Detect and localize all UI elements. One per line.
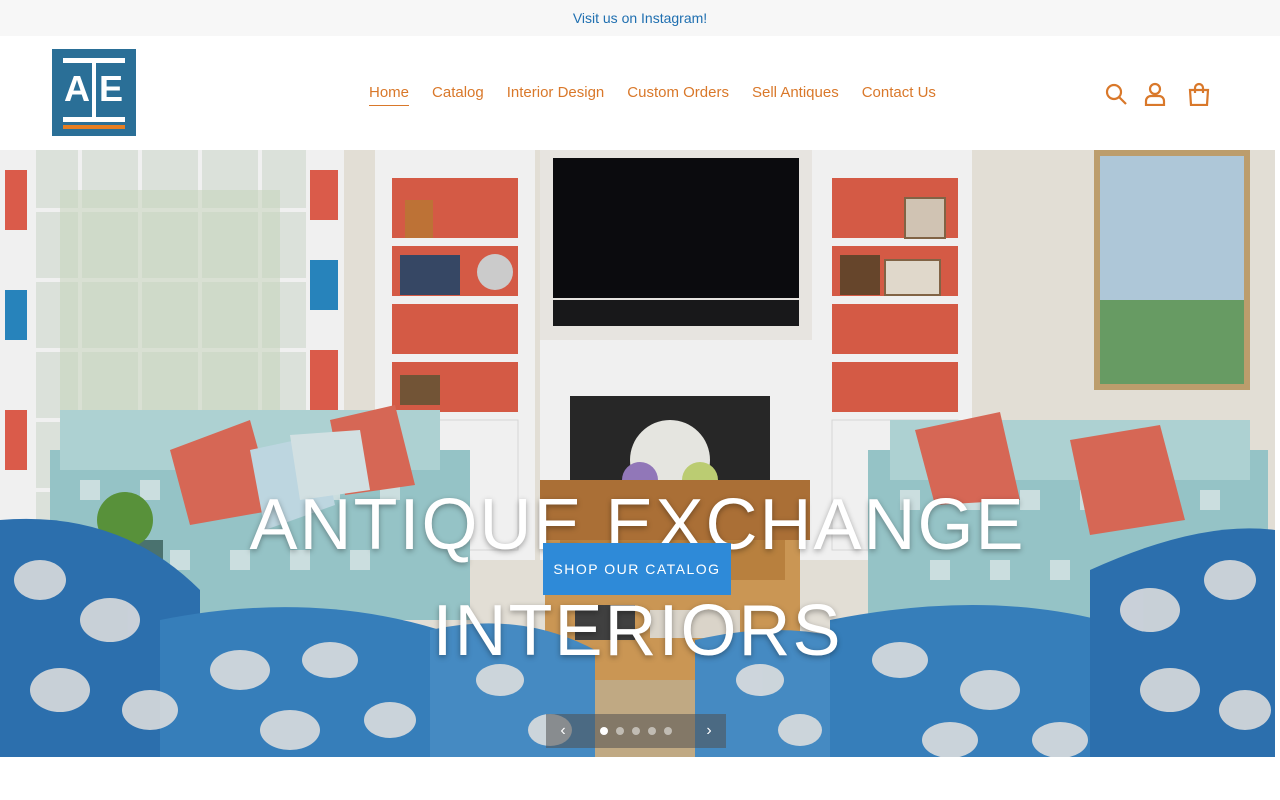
nav-interior-design[interactable]: Interior Design <box>507 84 605 106</box>
nav-catalog[interactable]: Catalog <box>432 84 484 106</box>
search-icon[interactable] <box>1104 82 1128 106</box>
logo-divider <box>92 63 96 117</box>
slideshow-controls: ‹ › <box>546 714 726 748</box>
slide-dot-4[interactable] <box>648 727 656 735</box>
nav-home[interactable]: Home <box>369 84 410 106</box>
logo-accent-bar <box>63 125 125 129</box>
hero-slideshow: ANTIQUE EXCHANGE INTERIORS <box>0 150 1275 757</box>
site-header: A E Home Catalog Interior Design Custom … <box>0 36 1280 150</box>
announcement-bar: Visit us on Instagram! <box>0 0 1280 36</box>
cart-icon[interactable] <box>1187 82 1211 107</box>
instagram-link[interactable]: Visit us on Instagram! <box>573 10 707 26</box>
logo-bar-bottom <box>63 117 125 122</box>
slide-prev-icon[interactable]: ‹ <box>546 714 580 748</box>
logo-letter-a: A <box>64 68 90 109</box>
main-nav: Home Catalog Interior Design Custom Orde… <box>369 84 936 106</box>
site-logo[interactable]: A E <box>52 49 136 136</box>
nav-custom-orders[interactable]: Custom Orders <box>627 84 729 106</box>
shop-catalog-button[interactable]: SHOP OUR CATALOG <box>543 543 731 595</box>
slide-dot-2[interactable] <box>616 727 624 735</box>
slide-dot-3[interactable] <box>632 727 640 735</box>
account-icon[interactable] <box>1143 82 1167 107</box>
slide-dots <box>580 714 692 748</box>
slide-dot-5[interactable] <box>664 727 672 735</box>
slide-dot-1[interactable] <box>600 727 608 735</box>
nav-sell-antiques[interactable]: Sell Antiques <box>752 84 839 106</box>
slide-next-icon[interactable]: › <box>692 714 726 748</box>
logo-letter-e: E <box>99 68 124 109</box>
nav-contact-us[interactable]: Contact Us <box>862 84 936 106</box>
